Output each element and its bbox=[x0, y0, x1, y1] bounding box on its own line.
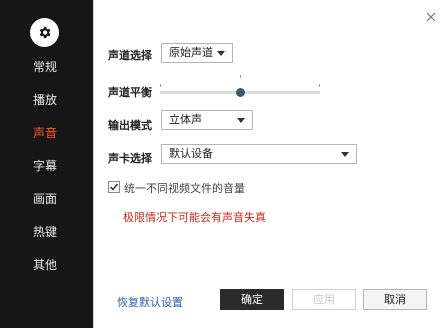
settings-sidebar: 常规 播放 声音 字幕 画面 热键 其他 bbox=[0, 0, 93, 328]
sidebar-item-subtitle[interactable]: 字幕 bbox=[0, 154, 93, 178]
output-mode-select[interactable]: 立体声 bbox=[161, 110, 253, 130]
gear-icon bbox=[30, 18, 59, 47]
cancel-button[interactable]: 取消 bbox=[363, 289, 427, 310]
sidebar-item-playback[interactable]: 播放 bbox=[0, 88, 93, 112]
slider-tick-left bbox=[160, 84, 161, 87]
channel-select[interactable]: 原始声道 bbox=[161, 43, 233, 63]
channel-select-value: 原始声道 bbox=[169, 46, 213, 59]
slider-tick-right bbox=[319, 84, 320, 87]
sidebar-item-other[interactable]: 其他 bbox=[0, 253, 93, 277]
checkmark-icon bbox=[109, 183, 119, 191]
close-icon[interactable] bbox=[426, 12, 438, 24]
unify-volume-checkbox[interactable] bbox=[108, 181, 120, 193]
restore-defaults-link[interactable]: 恢复默认设置 bbox=[117, 294, 183, 310]
balance-slider-thumb[interactable] bbox=[236, 88, 245, 97]
slider-tick-center bbox=[240, 75, 241, 78]
ok-button[interactable]: 确定 bbox=[220, 289, 284, 310]
chevron-down-icon bbox=[237, 118, 245, 123]
sound-card-select[interactable]: 默认设备 bbox=[161, 144, 357, 164]
chevron-down-icon bbox=[341, 152, 349, 157]
sidebar-item-hotkeys[interactable]: 热键 bbox=[0, 220, 93, 244]
chevron-down-icon bbox=[217, 51, 225, 56]
output-mode-value: 立体声 bbox=[169, 113, 202, 126]
sidebar-item-video[interactable]: 画面 bbox=[0, 187, 93, 211]
output-mode-label: 输出模式 bbox=[108, 119, 152, 132]
sound-card-value: 默认设备 bbox=[169, 147, 213, 160]
balance-label: 声道平衡 bbox=[108, 86, 152, 99]
sidebar-item-general[interactable]: 常规 bbox=[0, 55, 93, 79]
unify-volume-label[interactable]: 统一不同视频文件的音量 bbox=[124, 180, 245, 196]
sidebar-item-audio[interactable]: 声音 bbox=[0, 121, 93, 145]
apply-button[interactable]: 应用 bbox=[292, 289, 356, 310]
sound-card-label: 声卡选择 bbox=[108, 152, 152, 165]
channel-label: 声道选择 bbox=[108, 49, 152, 62]
distortion-warning: 极限情况下可能会有声音失真 bbox=[123, 211, 266, 224]
